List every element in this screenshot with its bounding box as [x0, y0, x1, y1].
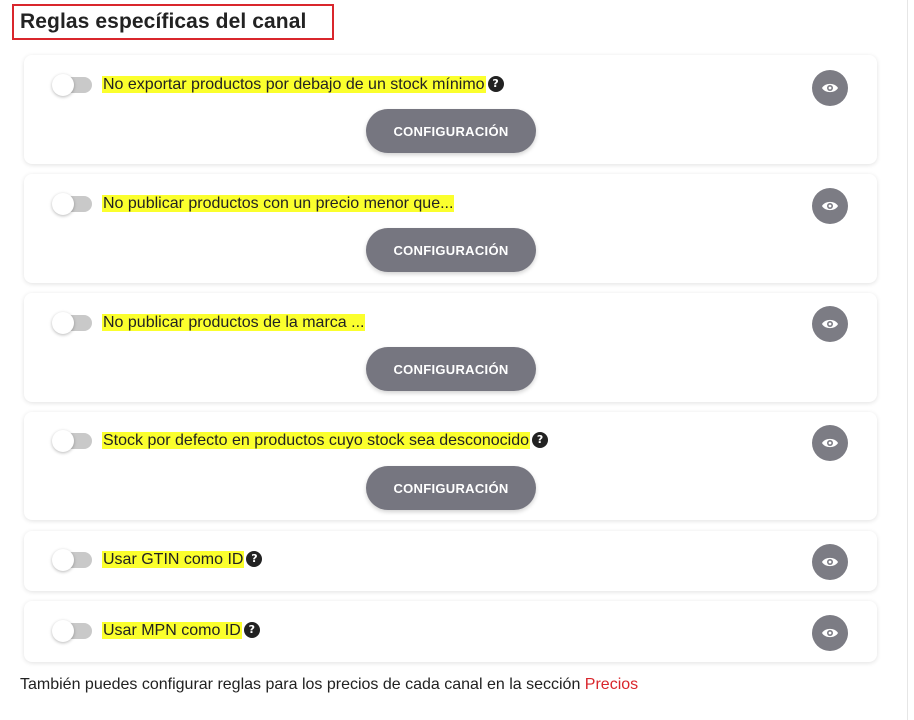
toggle-knob-icon	[52, 193, 74, 215]
toggle-knob-icon	[52, 312, 74, 334]
help-icon[interactable]: ?	[246, 551, 263, 567]
eye-icon[interactable]	[812, 70, 848, 106]
toggle-knob-icon	[52, 549, 74, 571]
rule-label: No exportar productos por debajo de un s…	[102, 75, 504, 95]
help-icon[interactable]: ?	[243, 622, 260, 638]
rule-card: Usar GTIN como ID?	[24, 531, 877, 591]
help-icon[interactable]: ?	[532, 432, 549, 448]
rule-toggle[interactable]	[52, 430, 92, 452]
rule-card: No exportar productos por debajo de un s…	[24, 55, 877, 164]
rule-toggle[interactable]	[52, 312, 92, 334]
rule-card: Stock por defecto en productos cuyo stoc…	[24, 412, 877, 520]
rule-toggle[interactable]	[52, 549, 92, 571]
rule-label-text: Usar GTIN como ID	[102, 551, 245, 568]
rule-label-text: No exportar productos por debajo de un s…	[102, 76, 486, 93]
rule-card: No publicar productos con un precio meno…	[24, 174, 877, 283]
eye-icon[interactable]	[812, 615, 848, 651]
panel-right-border	[907, 0, 908, 720]
configuracion-button[interactable]: CONFIGURACIÓN	[366, 466, 536, 510]
rule-label: Stock por defecto en productos cuyo stoc…	[102, 431, 549, 451]
precios-link[interactable]: Precios	[585, 676, 638, 693]
help-icon[interactable]: ?	[487, 76, 504, 92]
configuracion-button[interactable]: CONFIGURACIÓN	[366, 109, 536, 153]
rule-label: Usar GTIN como ID?	[102, 550, 263, 570]
footer-note: También puedes configurar reglas para lo…	[20, 676, 638, 694]
toggle-knob-icon	[52, 430, 74, 452]
eye-icon[interactable]	[812, 306, 848, 342]
eye-icon[interactable]	[812, 425, 848, 461]
rule-toggle[interactable]	[52, 193, 92, 215]
rule-label: No publicar productos con un precio meno…	[102, 194, 455, 214]
eye-icon[interactable]	[812, 188, 848, 224]
toggle-knob-icon	[52, 620, 74, 642]
rule-label-text: Usar MPN como ID	[102, 622, 242, 639]
rule-card: No publicar productos de la marca ... CO…	[24, 293, 877, 402]
rule-card: Usar MPN como ID?	[24, 601, 877, 662]
section-title: Reglas específicas del canal	[20, 10, 307, 33]
rule-label: Usar MPN como ID?	[102, 621, 260, 641]
rule-label: No publicar productos de la marca ...	[102, 313, 366, 333]
configuracion-button[interactable]: CONFIGURACIÓN	[366, 228, 536, 272]
toggle-knob-icon	[52, 74, 74, 96]
rule-label-text: Stock por defecto en productos cuyo stoc…	[102, 432, 531, 449]
eye-icon[interactable]	[812, 544, 848, 580]
rule-toggle[interactable]	[52, 74, 92, 96]
configuracion-button[interactable]: CONFIGURACIÓN	[366, 347, 536, 391]
rule-toggle[interactable]	[52, 620, 92, 642]
rule-label-text: No publicar productos con un precio meno…	[102, 195, 455, 212]
rule-label-text: No publicar productos de la marca ...	[102, 314, 366, 331]
footer-text: También puedes configurar reglas para lo…	[20, 676, 581, 693]
